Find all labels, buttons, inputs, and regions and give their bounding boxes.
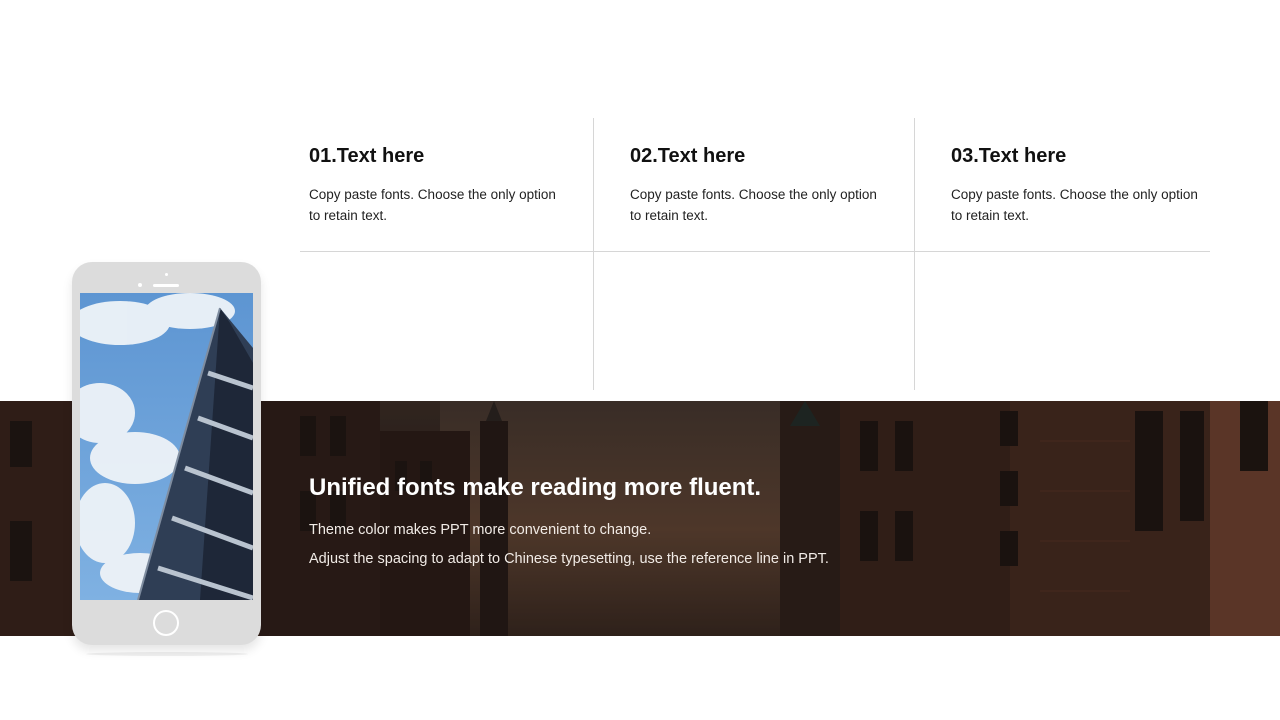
banner-text-line: Adjust the spacing to adapt to Chinese t… xyxy=(309,551,829,567)
banner-heading: Unified fonts make reading more fluent. xyxy=(309,474,762,501)
feature-column-1: 01.Text here Copy paste fonts. Choose th… xyxy=(309,142,569,226)
feature-description-line: Copy paste fonts. Choose the only option xyxy=(630,187,877,202)
row-divider xyxy=(300,251,1210,252)
feature-columns: 01.Text here Copy paste fonts. Choose th… xyxy=(300,118,1210,390)
phone-sensor-dot xyxy=(138,283,142,287)
column-divider xyxy=(593,118,594,390)
feature-description-line: to retain text. xyxy=(309,208,388,223)
phone-shadow xyxy=(86,652,248,656)
feature-title: 03.Text here xyxy=(951,145,1067,167)
phone-speaker xyxy=(153,284,179,287)
feature-title: 01.Text here xyxy=(309,145,425,167)
phone-camera-dot xyxy=(165,273,168,276)
feature-column-3: 03.Text here Copy paste fonts. Choose th… xyxy=(951,142,1211,226)
feature-description: Copy paste fonts. Choose the only option… xyxy=(630,184,890,226)
feature-title: 02.Text here xyxy=(630,145,746,167)
feature-description: Copy paste fonts. Choose the only option… xyxy=(309,184,569,226)
feature-description-line: to retain text. xyxy=(630,208,709,223)
phone-mockup xyxy=(72,262,261,645)
feature-description-line: to retain text. xyxy=(951,208,1030,223)
column-divider xyxy=(914,118,915,390)
feature-description: Copy paste fonts. Choose the only option… xyxy=(951,184,1211,226)
phone-home-button xyxy=(153,610,179,636)
feature-column-2: 02.Text here Copy paste fonts. Choose th… xyxy=(630,142,890,226)
feature-description-line: Copy paste fonts. Choose the only option xyxy=(951,187,1198,202)
building-photo-image xyxy=(80,293,253,600)
feature-description-line: Copy paste fonts. Choose the only option xyxy=(309,187,556,202)
phone-screen xyxy=(80,293,253,600)
banner-text-line: Theme color makes PPT more convenient to… xyxy=(309,522,652,538)
